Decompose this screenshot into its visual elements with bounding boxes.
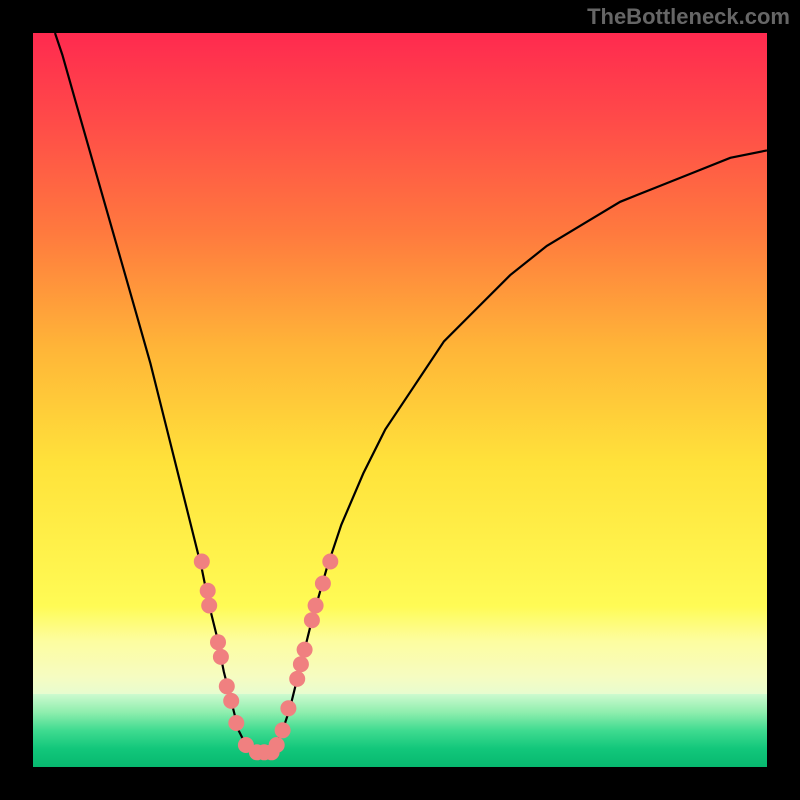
data-marker <box>275 722 291 738</box>
data-marker <box>200 583 216 599</box>
chart-frame: TheBottleneck.com <box>0 0 800 800</box>
data-marker <box>289 671 305 687</box>
data-marker <box>219 678 235 694</box>
plot-area <box>33 33 767 767</box>
data-marker <box>315 576 331 592</box>
data-markers <box>33 33 767 767</box>
data-marker <box>308 598 324 614</box>
data-marker <box>304 612 320 628</box>
watermark-text: TheBottleneck.com <box>587 4 790 30</box>
data-marker <box>280 700 296 716</box>
data-marker <box>210 634 226 650</box>
data-marker <box>293 656 309 672</box>
data-marker <box>201 598 217 614</box>
data-marker <box>213 649 229 665</box>
data-marker <box>269 737 285 753</box>
data-marker <box>194 554 210 570</box>
data-marker <box>322 554 338 570</box>
data-marker <box>297 642 313 658</box>
data-marker <box>223 693 239 709</box>
data-marker <box>228 715 244 731</box>
